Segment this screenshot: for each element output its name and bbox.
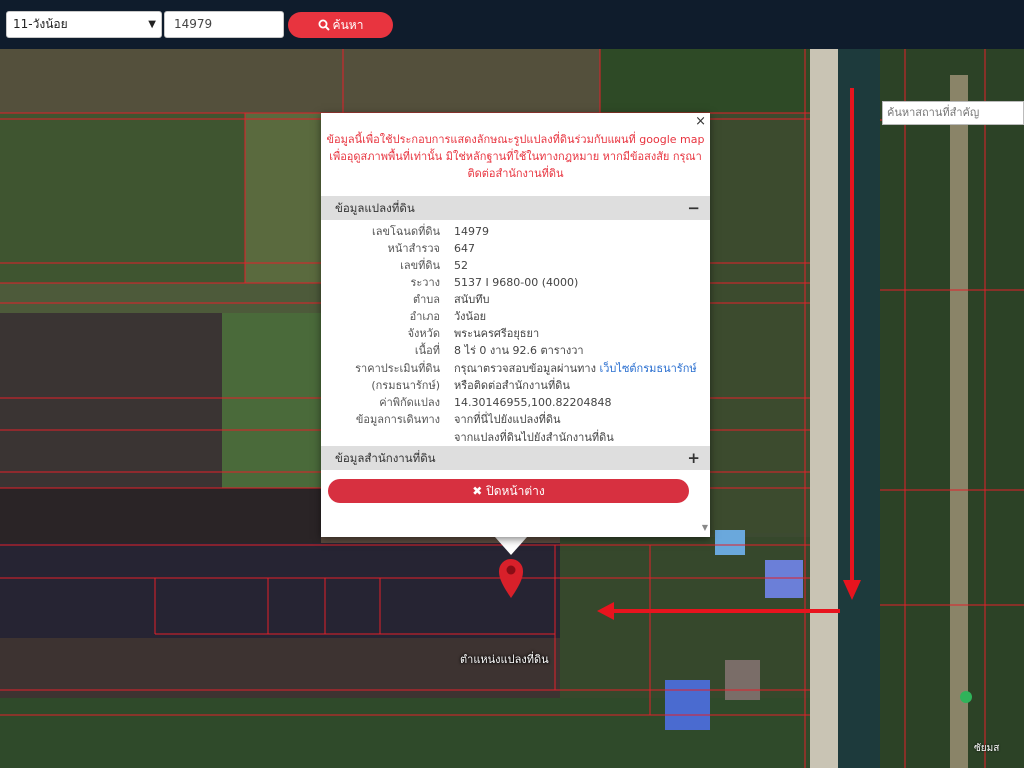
info-key: หน้าสำรวจ [387,242,440,255]
field-strip [245,113,325,283]
chevron-down-icon: ▼ [148,19,156,30]
district-select-value: 11-วังน้อย [13,17,68,31]
close-window-button[interactable]: ✖ ปิดหน้าต่าง [328,479,689,503]
info-value: สนับทึบ [454,293,490,306]
field-green-left [0,113,245,283]
treasury-website-link[interactable]: เว็บไซต์กรมธนารักษ์ [600,362,697,375]
coords-key: ค่าพิกัดแปลง [379,396,440,409]
poi-label[interactable]: ซัยมส [974,741,999,756]
roof-gray [725,660,760,700]
field-green-mid [222,313,322,488]
scroll-down-icon[interactable]: ▼ [702,523,708,532]
disclaimer-line: เพื่ออุดูสภาพพื้นที่เท่านั้น มิใช่หลักฐา… [329,150,702,163]
disclaimer-line: ติดต่อสำนักงานที่ดิน [467,167,564,180]
info-value: 8 ไร่ 0 งาน 92.6 ตารางวา [454,344,584,357]
canal [838,49,880,768]
trees-top [600,49,810,113]
info-value: 52 [454,259,468,272]
search-icon [318,19,330,31]
top-toolbar: 11-วังน้อย ▼ 14979 ค้นหา [0,0,1024,49]
roof-blue [715,530,745,555]
path-right [950,75,968,768]
info-value: 14979 [454,225,489,238]
info-key: อำเภอ [409,310,440,323]
close-icon[interactable]: × [695,114,706,129]
info-value: วังน้อย [454,310,487,323]
appraisal-text: กรุณาตรวจสอบข้อมูลผ่านทาง [454,362,596,375]
appraisal-key: ราคาประเมินที่ดิน [355,362,440,375]
field-lower [0,638,560,698]
roof-blue-2 [765,560,803,598]
expand-icon[interactable]: + [687,446,700,470]
search-button-label: ค้นหา [332,18,364,32]
parcel-info-popup: × ข้อมูลนี้เพื่อใช้ประกอบการแสดงลักษณะรู… [321,113,710,537]
close-window-label: ปิดหน้าต่าง [486,484,545,498]
road [810,49,838,768]
appraisal-text-2: หรือติดต่อสำนักงานที่ดิน [454,379,570,392]
info-key: ระวาง [410,276,440,289]
appraisal-key-2: (กรมธนารักษ์) [371,379,440,392]
directions-to-office-link[interactable]: จากแปลงที่ดินไปยังสำนักงานที่ดิน [454,429,614,446]
poi-pin-icon [960,691,972,703]
district-select[interactable]: 11-วังน้อย ▼ [6,11,162,38]
info-value: พระนครศรีอยุธยา [454,327,540,340]
parcel-number-input[interactable]: 14979 [164,11,284,38]
directions-to-parcel-link[interactable]: จากที่นี่ไปยังแปลงที่ดิน [454,411,560,428]
section-parcel-info[interactable]: ข้อมูลแปลงที่ดิน − [321,196,710,220]
info-key: ตำบล [412,293,440,306]
section-parcel-label: ข้อมูลแปลงที่ดิน [335,201,415,215]
marker-label: ตำแหน่งแปลงที่ดิน [460,653,549,666]
collapse-icon[interactable]: − [687,196,700,220]
disclaimer-line: ข้อมูลนี้เพื่อใช้ประกอบการแสดงลักษณะรูปแ… [326,133,705,146]
info-key: เนื้อที่ [414,344,440,357]
info-key: เลขโฉนดที่ดิน [372,225,440,238]
village-strip [710,113,810,533]
info-value: 5137 I 9680-00 (4000) [454,276,579,289]
section-office-label: ข้อมูลสำนักงานที่ดิน [335,451,436,465]
disclaimer-text: ข้อมูลนี้เพื่อใช้ประกอบการแสดงลักษณะรูปแ… [321,131,710,182]
popup-pointer [495,537,527,555]
info-key: เลขที่ดิน [400,259,440,272]
place-search-input[interactable]: ค้นหาสถานที่สำคัญ [882,101,1024,125]
field-top [0,49,600,113]
travel-key: ข้อมูลการเดินทาง [355,413,440,426]
coords-link[interactable]: 14.30146955,100.82204848 [454,394,611,411]
field-dark-row [0,488,321,543]
info-value: 647 [454,242,475,255]
field-plowed [0,543,560,638]
field-dark-left [0,313,222,488]
close-x-icon: ✖ [472,484,483,498]
roof-blue-3 [665,680,710,730]
search-button[interactable]: ค้นหา [288,12,393,38]
section-office-info[interactable]: ข้อมูลสำนักงานที่ดิน + [321,446,710,470]
info-key: จังหวัด [407,327,440,340]
